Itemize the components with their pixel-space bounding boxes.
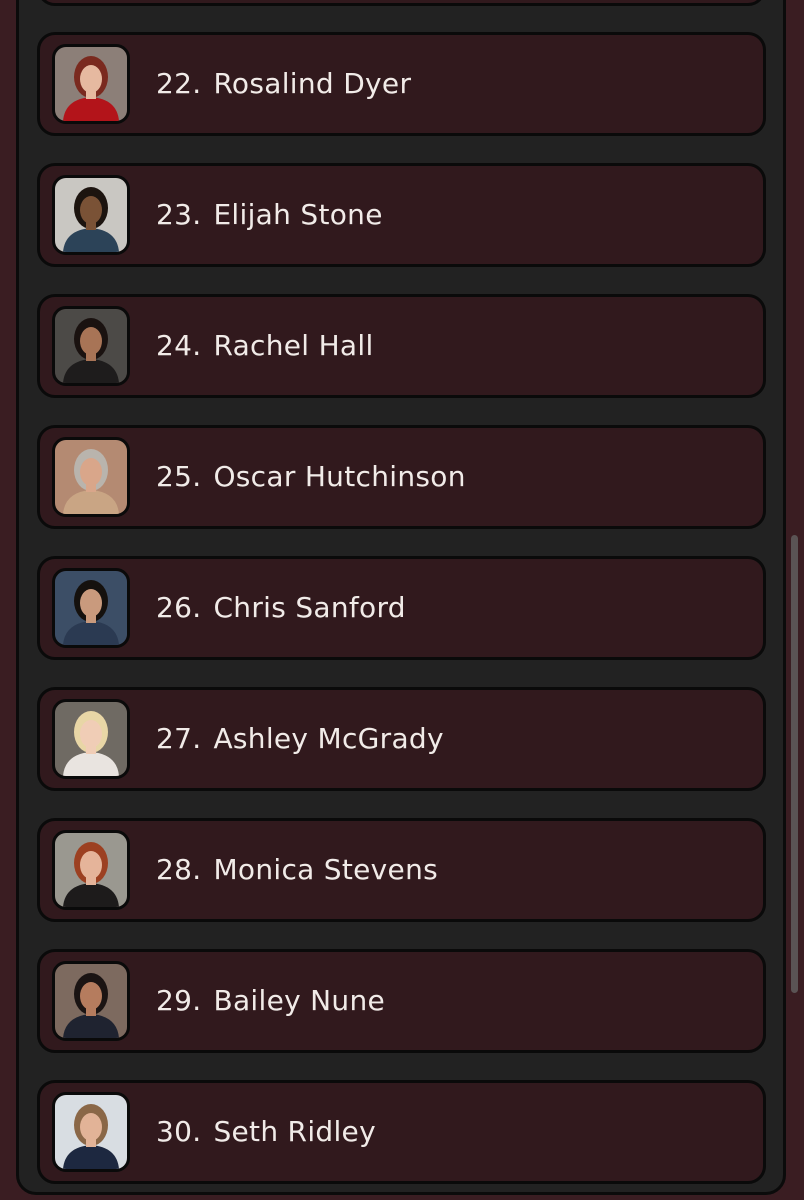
item-number: 28. bbox=[156, 853, 202, 886]
item-number: 26. bbox=[156, 591, 202, 624]
avatar bbox=[52, 568, 130, 648]
list-item[interactable]: 23. Elijah Stone bbox=[37, 163, 766, 267]
portrait-woman-blonde-icon bbox=[55, 702, 127, 776]
item-number: 25. bbox=[156, 460, 202, 493]
list-item-label: 27. Ashley McGrady bbox=[156, 690, 444, 788]
list-item-label: 22. Rosalind Dyer bbox=[156, 35, 411, 133]
item-name: Ashley McGrady bbox=[213, 722, 444, 755]
list-item[interactable]: 25. Oscar Hutchinson bbox=[37, 425, 766, 529]
item-name: Rosalind Dyer bbox=[213, 67, 412, 100]
item-name: Seth Ridley bbox=[213, 1115, 376, 1148]
avatar bbox=[52, 830, 130, 910]
portrait-woman-uniform-icon bbox=[55, 964, 127, 1038]
list-item-label: 25. Oscar Hutchinson bbox=[156, 428, 466, 526]
list-item-label: 23. Elijah Stone bbox=[156, 166, 383, 264]
list-item-label: 30. Seth Ridley bbox=[156, 1083, 376, 1181]
portrait-woman-dark-hair-icon bbox=[55, 309, 127, 383]
avatar bbox=[52, 306, 130, 386]
portrait-man-suit-icon bbox=[55, 571, 127, 645]
list-item-previous-partial[interactable] bbox=[37, 0, 766, 6]
scrollbar-thumb[interactable] bbox=[791, 535, 798, 993]
portrait-man-curly-hair-icon bbox=[55, 178, 127, 252]
item-name: Monica Stevens bbox=[213, 853, 439, 886]
item-name: Bailey Nune bbox=[213, 984, 386, 1017]
portrait-woman-red-hair-icon bbox=[55, 47, 127, 121]
list-item[interactable]: 22. Rosalind Dyer bbox=[37, 32, 766, 136]
app-page: 22. Rosalind Dyer 23. Elijah Stone 24. Rach… bbox=[0, 0, 804, 1200]
item-name: Oscar Hutchinson bbox=[213, 460, 466, 493]
item-name: Rachel Hall bbox=[213, 329, 374, 362]
avatar bbox=[52, 1092, 130, 1172]
list-item-label: 28. Monica Stevens bbox=[156, 821, 438, 919]
avatar bbox=[52, 699, 130, 779]
item-number: 27. bbox=[156, 722, 202, 755]
avatar bbox=[52, 961, 130, 1041]
avatar bbox=[52, 44, 130, 124]
list-item[interactable]: 29. Bailey Nune bbox=[37, 949, 766, 1053]
item-name: Elijah Stone bbox=[213, 198, 383, 231]
item-number: 22. bbox=[156, 67, 202, 100]
list-item-label: 29. Bailey Nune bbox=[156, 952, 385, 1050]
item-number: 30. bbox=[156, 1115, 202, 1148]
list-item[interactable]: 27. Ashley McGrady bbox=[37, 687, 766, 791]
list-item[interactable]: 28. Monica Stevens bbox=[37, 818, 766, 922]
list-item-label: 26. Chris Sanford bbox=[156, 559, 406, 657]
item-name: Chris Sanford bbox=[213, 591, 406, 624]
item-number: 29. bbox=[156, 984, 202, 1017]
list-item[interactable]: 30. Seth Ridley bbox=[37, 1080, 766, 1184]
list-item-label: 24. Rachel Hall bbox=[156, 297, 374, 395]
item-number: 23. bbox=[156, 198, 202, 231]
portrait-woman-auburn-icon bbox=[55, 833, 127, 907]
item-number: 24. bbox=[156, 329, 202, 362]
list-item[interactable]: 24. Rachel Hall bbox=[37, 294, 766, 398]
avatar bbox=[52, 175, 130, 255]
portrait-man-grey-hair-icon bbox=[55, 440, 127, 514]
portrait-man-police-uniform-icon bbox=[55, 1095, 127, 1169]
list-item[interactable]: 26. Chris Sanford bbox=[37, 556, 766, 660]
avatar bbox=[52, 437, 130, 517]
